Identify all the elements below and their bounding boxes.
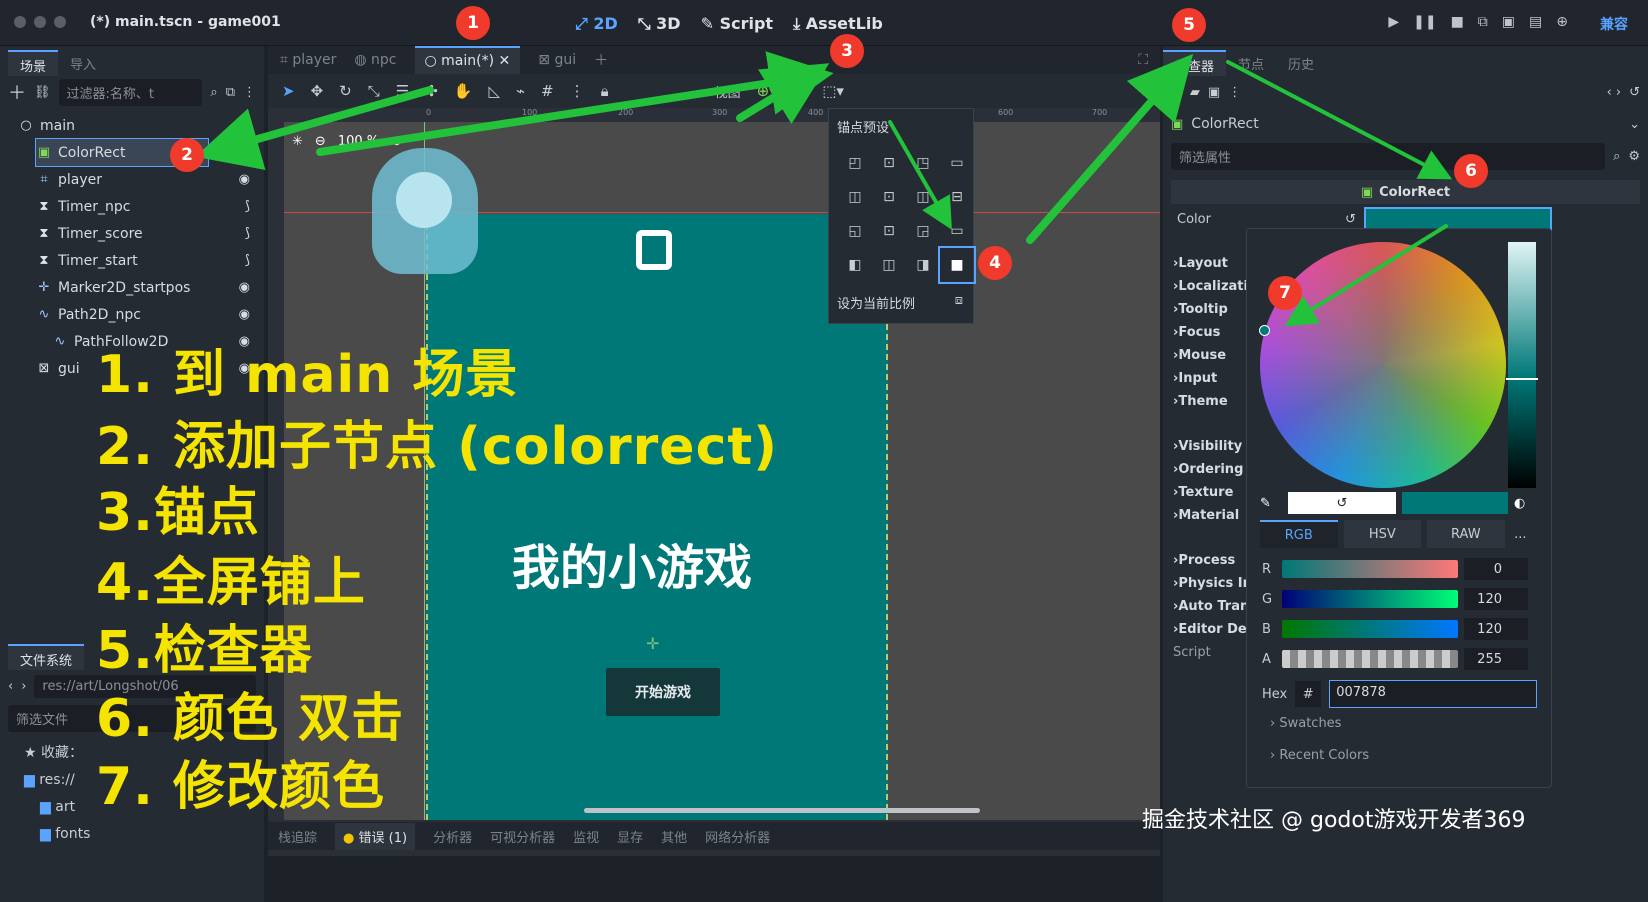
overlay-step-1: 1. 到 main 场景 [96,345,519,405]
watermark: 掘金技术社区 @ godot游戏开发者369 [1142,808,1526,833]
step-badge-3: 3 [830,34,864,68]
step-badge-6: 6 [1454,154,1488,188]
overlay-step-4: 4.全屏铺上 [96,553,366,613]
arrow-to-color [1226,60,1453,180]
arrow-to-wheel [1284,224,1448,327]
overlay-step-2: 2. 添加子节点 (colorrect) [96,417,779,477]
step-badge-1: 1 [456,6,490,40]
arrow-4-to-inspector [1026,53,1194,244]
overlay-step-7: 7. 修改颜色 [96,757,386,817]
overlay-step-6: 6. 颜色 双击 [96,689,405,749]
step-badge-5: 5 [1172,8,1206,42]
step-badge-7: 7 [1268,276,1302,310]
overlay-step-5: 5.检查器 [96,621,313,681]
step-badge-2: 2 [170,138,204,172]
arrow-2-to-anchor [316,51,834,156]
step-badge-4: 4 [978,246,1012,280]
overlay-step-3: 3.锚点 [96,483,260,543]
arrow-to-full-rect [888,120,952,230]
